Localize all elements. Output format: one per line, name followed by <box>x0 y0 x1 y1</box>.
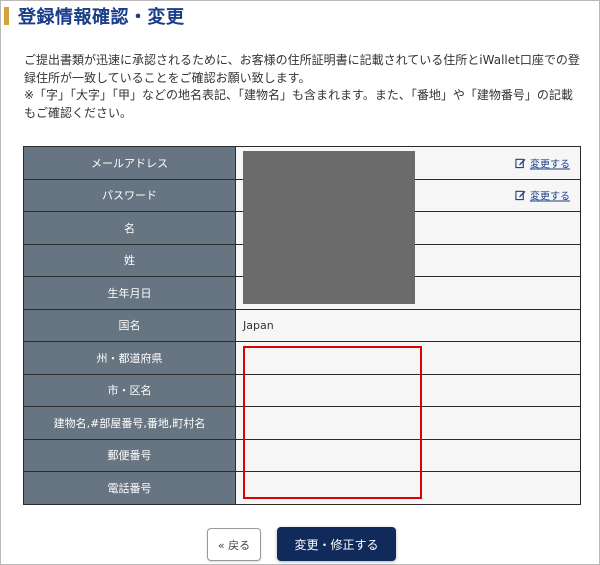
title-accent-bar <box>4 7 9 25</box>
edit-icon <box>515 158 526 168</box>
edit-icon <box>515 191 526 201</box>
row-label-email: メールアドレス <box>23 146 236 180</box>
row-value-country: Japan <box>235 308 581 342</box>
row-label-last-name: 姓 <box>23 243 236 277</box>
notice-line-1: ご提出書類が迅速に承認されるために、お客様の住所証明書に記載されている住所とiW… <box>24 53 580 85</box>
change-email-link[interactable]: 変更する <box>515 155 570 170</box>
redacted-overlay <box>243 151 415 304</box>
row-label-password: パスワード <box>23 178 236 212</box>
change-password-link[interactable]: 変更する <box>515 188 570 203</box>
row-label-prefecture: 州・都道府県 <box>23 341 236 375</box>
row-label-birthdate: 生年月日 <box>23 276 236 310</box>
row-label-postal-code: 郵便番号 <box>23 438 236 472</box>
notice-line-2: ※「字」「大字」「甲」などの地名表記、「建物名」も含まれます。また、「番地」や「… <box>24 88 573 120</box>
page-title: 登録情報確認・変更 <box>18 7 185 28</box>
table-row: 国名 Japan <box>23 308 581 342</box>
highlight-box <box>243 346 422 499</box>
change-email-label: 変更する <box>530 159 570 171</box>
back-button[interactable]: « 戻る <box>207 528 261 561</box>
page-header: 登録情報確認・変更 <box>4 4 594 28</box>
row-label-country: 国名 <box>23 308 236 342</box>
row-label-first-name: 名 <box>23 211 236 245</box>
submit-change-button[interactable]: 変更・修正する <box>277 527 396 561</box>
notice-text: ご提出書類が迅速に承認されるために、お客様の住所証明書に記載されている住所とiW… <box>24 52 584 122</box>
row-label-city: 市・区名 <box>23 373 236 407</box>
change-password-label: 変更する <box>530 191 570 203</box>
row-label-phone: 電話番号 <box>23 471 236 505</box>
row-label-address: 建物名,#部屋番号,番地,町村名 <box>23 406 236 440</box>
